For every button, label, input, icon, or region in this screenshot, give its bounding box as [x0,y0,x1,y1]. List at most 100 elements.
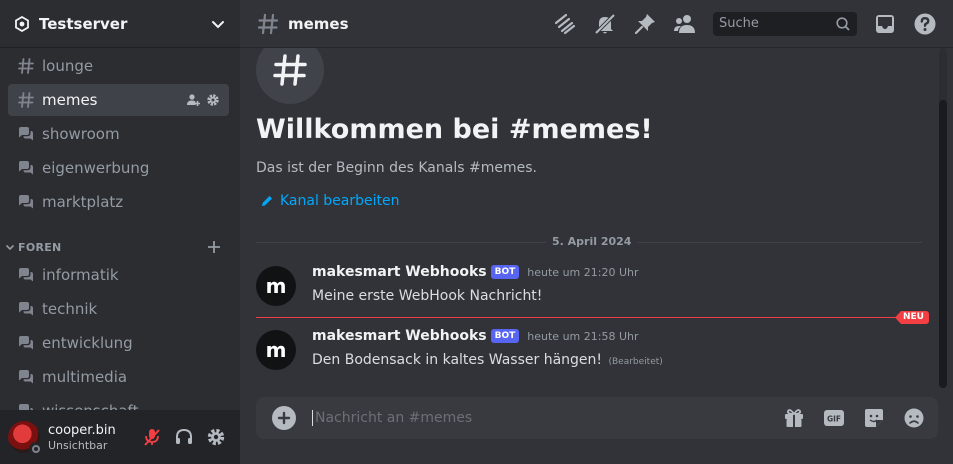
message-body: Meine erste WebHook Nachricht! [312,288,543,304]
channel-label: lounge [42,57,94,75]
channel-item-wissenschaft[interactable]: wissenschaft [8,395,229,410]
message-header: makesmart Webhooks BOT heute um 21:20 Uh… [312,264,639,280]
channel-label: wissenschaft [42,402,221,410]
chevron-down-icon [212,20,224,28]
forum-icon [16,367,36,387]
status-invisible-icon [29,442,43,456]
search-box[interactable] [713,11,857,36]
edited-marker: (Bearbeitet) [608,357,663,367]
forum-icon [16,333,36,353]
channel-label: showroom [42,125,120,143]
message-text: Den Bodensack in kaltes Wasser hängen! (… [312,352,663,368]
add-channel-icon[interactable] [206,239,222,255]
scrollbar-thumb[interactable] [939,100,947,388]
message-area: Willkommen bei #memes! Das ist der Begin… [240,48,940,390]
welcome-title: Willkommen bei #memes! [256,114,653,145]
invite-user-icon[interactable] [185,92,201,108]
server-icon [15,15,29,32]
message-text: Meine erste WebHook Nachricht! [312,288,542,304]
inbox-icon[interactable] [873,12,897,36]
channel-item-showroom[interactable]: showroom [8,118,229,150]
hash-icon [257,13,279,34]
message-body: Den Bodensack in kaltes Wasser hängen! [312,352,603,368]
gear-icon[interactable] [200,421,232,453]
message-timestamp: heute um 21:20 Uhr [527,265,639,279]
channel-item-eigenwerbung[interactable]: eigenwerbung [8,152,229,184]
channel-label: memes [42,91,98,109]
search-input[interactable] [719,16,835,31]
channel-item-lounge[interactable]: lounge [8,50,229,82]
members-icon[interactable] [673,12,697,36]
channel-item-marktplatz[interactable]: marktplatz [8,186,229,218]
category-header-foren[interactable]: FOREN [0,235,240,259]
avatar[interactable]: m [256,330,296,370]
channel-list: lounge memes showroom eigenwerbung markt… [0,48,240,410]
message-item: m makesmart Webhooks BOT heute um 21:58 … [256,328,926,378]
forum-icon [16,265,36,285]
threads-icon[interactable] [553,12,577,36]
mic-muted-icon[interactable] [136,421,168,453]
help-icon[interactable] [913,12,937,36]
channel-label: multimedia [42,368,128,386]
message-item: m makesmart Webhooks BOT heute um 21:20 … [256,264,926,314]
gift-icon[interactable] [782,406,806,430]
emoji-icon[interactable] [902,406,926,430]
channel-item-multimedia[interactable]: multimedia [8,361,229,393]
message-header: makesmart Webhooks BOT heute um 21:58 Uh… [312,328,639,344]
channel-label: eigenwerbung [42,159,150,177]
hash-icon [16,90,36,110]
add-attachment-icon[interactable] [272,406,296,430]
chevron-down-icon [5,244,15,251]
forum-icon [16,124,36,144]
hash-icon [16,56,36,76]
pin-icon[interactable] [633,12,657,36]
channel-label: technik [42,300,98,318]
avatar[interactable] [8,421,43,456]
forum-icon [16,401,36,410]
channel-label: entwicklung [42,334,133,352]
avatar[interactable]: m [256,266,296,306]
username: cooper.bin [48,422,116,438]
date-divider: 5. April 2024 [546,235,638,248]
search-icon [836,16,850,31]
channel-header: memes [240,0,953,48]
message-author[interactable]: makesmart Webhooks [312,264,487,280]
channel-item-memes[interactable]: memes [8,84,229,116]
channel-label: informatik [42,266,119,284]
forum-icon [16,299,36,319]
user-panel: cooper.bin Unsichtbar [0,410,240,464]
channel-title: memes [288,14,349,33]
category-label: FOREN [18,240,62,254]
pencil-icon [262,196,272,206]
welcome-subtitle: Das ist der Beginn des Kanals #memes. [256,160,537,176]
scrollbar[interactable] [937,48,949,388]
channel-item-technik[interactable]: technik [8,293,229,325]
channel-sidebar: Testserver lounge memes showroom eigenwe… [0,0,240,464]
gear-icon[interactable] [205,92,221,108]
bot-badge: BOT [490,265,520,279]
svg-text:GIF: GIF [827,415,841,424]
new-messages-line [256,317,904,318]
channel-item-entwicklung[interactable]: entwicklung [8,327,229,359]
server-header[interactable]: Testserver [0,0,240,48]
avatar-letter: m [265,274,287,298]
channel-label: marktplatz [42,193,124,211]
gif-icon[interactable]: GIF [822,406,846,430]
user-info[interactable]: cooper.bin Unsichtbar [48,422,136,453]
message-author[interactable]: makesmart Webhooks [312,328,487,344]
user-status: Unsichtbar [48,438,108,452]
notifications-muted-icon[interactable] [593,12,617,36]
server-name: Testserver [39,14,128,33]
avatar-letter: m [265,338,287,362]
channel-item-informatik[interactable]: informatik [8,259,229,291]
edit-channel-link[interactable]: Kanal bearbeiten [260,193,400,209]
message-composer: GIF [256,397,938,439]
forum-icon [16,192,36,212]
sticker-icon[interactable] [862,406,886,430]
edit-channel-label: Kanal bearbeiten [280,193,400,209]
bot-badge: BOT [490,329,520,343]
channel-hash-icon [256,48,324,104]
message-timestamp: heute um 21:58 Uhr [527,329,639,343]
headphones-icon[interactable] [168,421,200,453]
message-input[interactable] [312,410,766,426]
